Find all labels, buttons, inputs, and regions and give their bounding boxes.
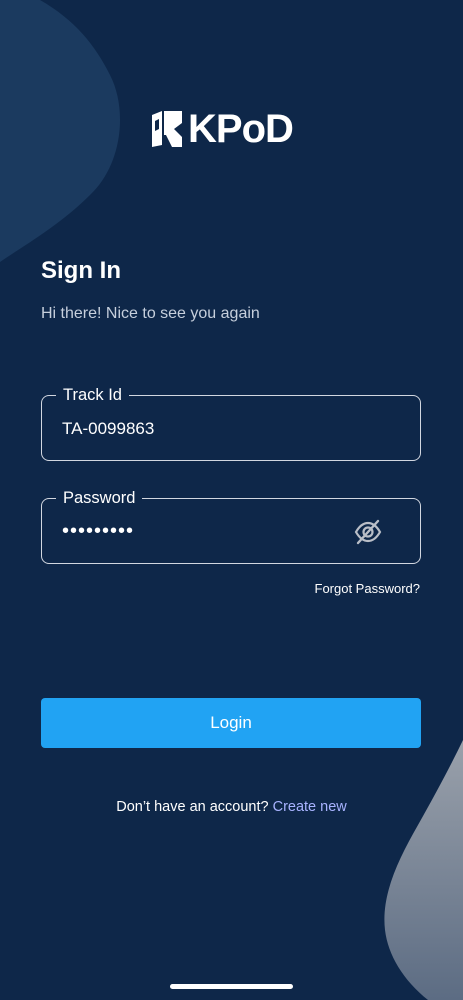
track-id-input[interactable]: TA-0099863 <box>62 419 362 439</box>
forgot-password-link[interactable]: Forgot Password? <box>315 581 421 596</box>
no-account-text: Don’t have an account? <box>116 799 269 815</box>
password-label: Password <box>56 488 143 508</box>
page-title: Sign In <box>41 257 121 284</box>
login-button[interactable]: Login <box>41 698 421 748</box>
create-new-link[interactable]: Create new <box>273 799 347 815</box>
password-input[interactable]: ••••••••• <box>62 520 134 543</box>
track-id-field[interactable]: Track Id TA-0099863 <box>41 385 421 461</box>
decorative-blob-bottom <box>384 740 463 1000</box>
decorative-blob-top <box>0 0 121 262</box>
home-indicator[interactable] <box>170 984 293 989</box>
signup-prompt: Don’t have an account? Create new <box>0 799 463 815</box>
kpod-logo-mark-icon <box>152 111 182 147</box>
page-subtitle: Hi there! Nice to see you again <box>41 305 260 322</box>
brand-logo: KPoD <box>150 107 294 151</box>
eye-off-icon[interactable] <box>354 519 382 545</box>
logo-text: KPoD <box>188 107 294 151</box>
password-field[interactable]: Password ••••••••• <box>41 488 421 564</box>
track-id-label: Track Id <box>56 385 129 405</box>
